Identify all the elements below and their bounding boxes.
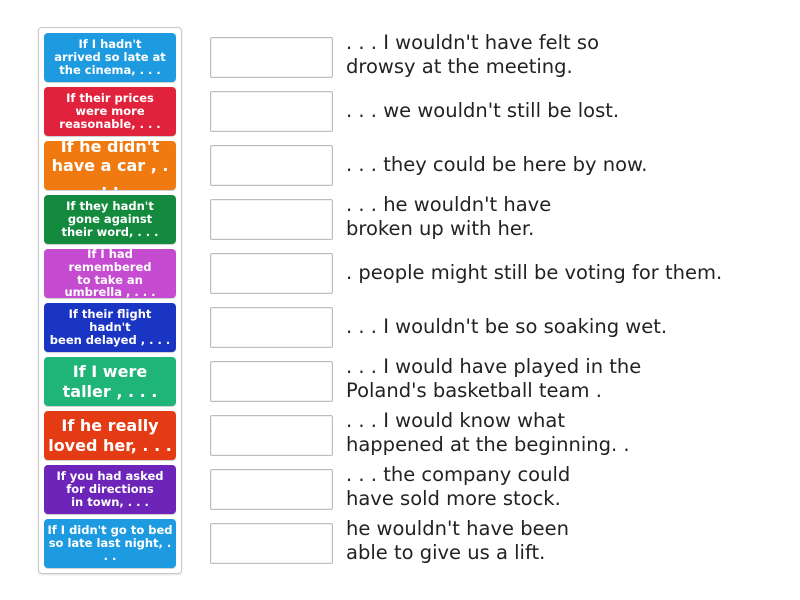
answer-text: . people might still be voting for them. [346, 261, 723, 284]
tile-label: If you had asked for directions in town,… [56, 469, 164, 509]
drop-slot[interactable] [210, 307, 333, 348]
drop-slot[interactable] [210, 253, 333, 294]
draggable-tile[interactable]: If I had remembered to take an umbrella … [44, 246, 176, 300]
draggable-tile[interactable]: If they hadn't gone against their word, … [44, 195, 176, 244]
draggable-tile[interactable]: If their flight hadn't been delayed , . … [44, 303, 176, 352]
tile-label: If I didn't go to bed so late last night… [47, 523, 173, 563]
drop-slot[interactable] [210, 361, 333, 402]
answer-text: . . . I would know what happened at the … [346, 409, 630, 456]
draggable-tile[interactable]: If he really loved her, . . . [44, 411, 176, 460]
draggable-tile[interactable]: If I didn't go to bed so late last night… [44, 519, 176, 568]
drop-slot[interactable] [210, 91, 333, 132]
tile-label: If I hadn't arrived so late at the cinem… [54, 37, 166, 77]
tile-label: If he didn't have a car , . . . [51, 136, 169, 195]
answer-text: . . . the company could have sold more s… [346, 463, 571, 510]
draggable-tile[interactable]: If I were taller , . . . [44, 357, 176, 406]
answer-text: . . . I wouldn't be so soaking wet. [346, 315, 668, 338]
drop-slot[interactable] [210, 415, 333, 456]
draggable-tile[interactable]: If he didn't have a car , . . . [44, 137, 176, 194]
answer-text: . . . he wouldn't have broken up with he… [346, 193, 552, 240]
drop-slot[interactable] [210, 469, 333, 510]
tile-tray: If I hadn't arrived so late at the cinem… [38, 27, 182, 574]
draggable-tile[interactable]: If I hadn't arrived so late at the cinem… [44, 33, 176, 82]
drop-slot[interactable] [210, 523, 333, 564]
answer-text: . . . we wouldn't still be lost. [346, 99, 620, 122]
answer-text: . . . I would have played in the Poland'… [346, 355, 642, 402]
tile-label: If I had remembered to take an umbrella … [64, 246, 156, 300]
tile-label: If their prices were more reasonable, . … [59, 91, 161, 131]
answer-text: he wouldn't have been able to give us a … [346, 517, 569, 564]
tile-label: If he really loved her, . . . [48, 416, 172, 455]
answer-text: . . . I wouldn't have felt so drowsy at … [346, 31, 599, 78]
drop-slot[interactable] [210, 145, 333, 186]
tile-label: If I were taller , . . . [62, 362, 158, 401]
drop-slot[interactable] [210, 37, 333, 78]
draggable-tile[interactable]: If you had asked for directions in town,… [44, 465, 176, 514]
answer-text: . . . they could be here by now. [346, 153, 648, 176]
match-up-activity: If I hadn't arrived so late at the cinem… [0, 0, 800, 600]
tile-label: If their flight hadn't been delayed , . … [49, 307, 171, 347]
drop-slot[interactable] [210, 199, 333, 240]
draggable-tile[interactable]: If their prices were more reasonable, . … [44, 87, 176, 136]
tile-label: If they hadn't gone against their word, … [61, 199, 159, 239]
